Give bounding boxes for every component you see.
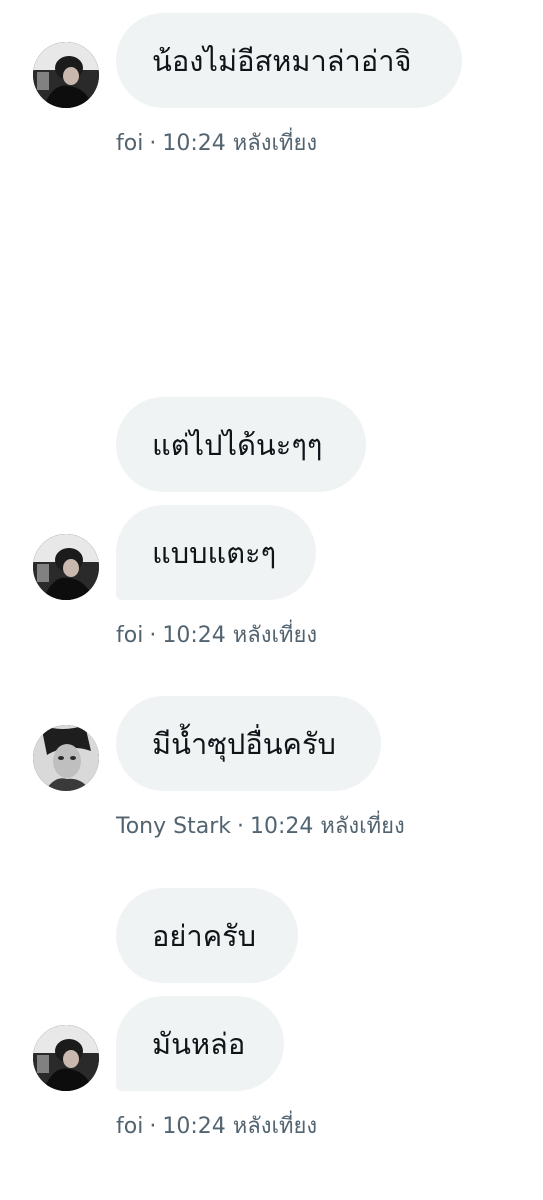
message-meta: foi · 10:24 หลังเที่ยง xyxy=(116,617,317,652)
avatar-foi[interactable] xyxy=(33,42,99,108)
meta-separator: · xyxy=(149,623,157,648)
meta-separator: · xyxy=(149,1114,157,1139)
sender-name: Tony Stark xyxy=(116,814,231,839)
message-bubble[interactable]: แต่ไปได้นะๆๆ xyxy=(116,397,366,492)
meta-separator: · xyxy=(149,131,157,156)
sender-name: foi xyxy=(116,623,144,648)
message-bubble[interactable]: แบบแตะๆ xyxy=(116,505,316,600)
message-bubble[interactable]: มีน้ำซุปอื่นครับ xyxy=(116,696,381,791)
message-thread: น้องไม่อีสหมาล่าอ่าจิ foi · 10:24 หลังเที่… xyxy=(0,0,543,1200)
avatar-photo-icon xyxy=(33,534,99,600)
message-meta: Tony Stark · 10:24 หลังเที่ยง xyxy=(116,808,405,843)
message-bubble[interactable]: มันหล่อ xyxy=(116,996,284,1091)
avatar-foi[interactable] xyxy=(33,1025,99,1091)
avatar-tony-stark[interactable] xyxy=(33,725,99,791)
message-meta: foi · 10:24 หลังเที่ยง xyxy=(116,125,317,160)
message-text: มันหล่อ xyxy=(152,1026,246,1061)
sender-name: foi xyxy=(116,131,144,156)
message-text: มีน้ำซุปอื่นครับ xyxy=(152,726,336,761)
avatar-photo-icon xyxy=(33,725,99,791)
avatar-photo-icon xyxy=(33,42,99,108)
message-text: แบบแตะๆ xyxy=(152,535,277,570)
message-text: น้องไม่อีสหมาล่าอ่าจิ xyxy=(152,43,412,78)
sender-name: foi xyxy=(116,1114,144,1139)
message-time: 10:24 หลังเที่ยง xyxy=(162,1114,318,1139)
message-time: 10:24 หลังเที่ยง xyxy=(162,623,318,648)
message-time: 10:24 หลังเที่ยง xyxy=(162,131,318,156)
message-bubble[interactable]: อย่าครับ xyxy=(116,888,298,983)
avatar-photo-icon xyxy=(33,1025,99,1091)
avatar-foi[interactable] xyxy=(33,534,99,600)
message-text: อย่าครับ xyxy=(152,918,257,953)
meta-separator: · xyxy=(236,814,244,839)
message-meta: foi · 10:24 หลังเที่ยง xyxy=(116,1108,317,1143)
message-text: แต่ไปได้นะๆๆ xyxy=(152,427,323,462)
message-bubble[interactable]: น้องไม่อีสหมาล่าอ่าจิ xyxy=(116,13,462,108)
message-time: 10:24 หลังเที่ยง xyxy=(249,814,405,839)
